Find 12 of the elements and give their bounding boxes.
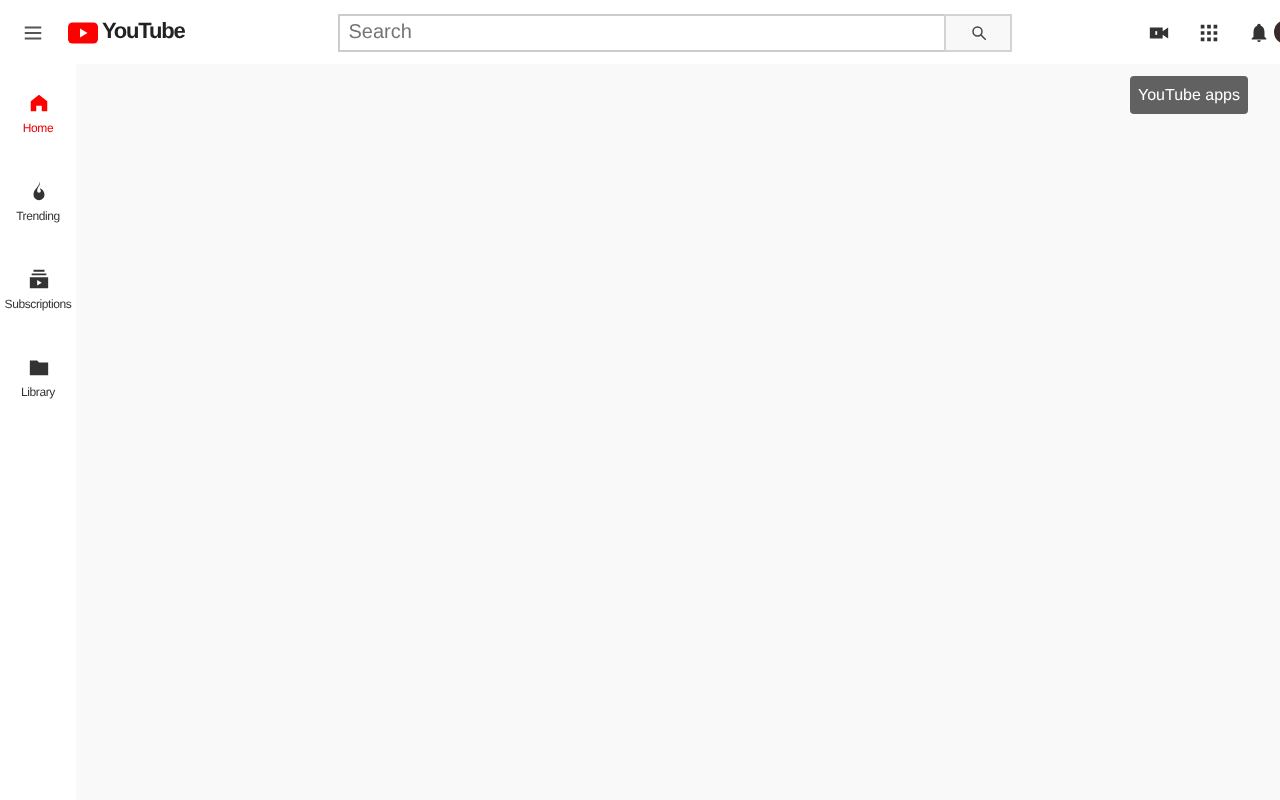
notification-bell-icon[interactable] [1248, 21, 1271, 43]
home-icon [27, 92, 49, 114]
apps-grid-icon[interactable] [1198, 21, 1221, 43]
play-logo-icon [68, 21, 98, 43]
subscriptions-icon [27, 268, 49, 290]
library-icon [27, 356, 49, 378]
search-icon [969, 23, 988, 41]
menu-icon[interactable] [22, 21, 44, 43]
tooltip: YouTube apps [1130, 76, 1249, 114]
youtube-logo[interactable]: YouTube [68, 20, 185, 44]
search-field[interactable]: Search [338, 13, 945, 51]
search-button[interactable] [944, 13, 1013, 51]
